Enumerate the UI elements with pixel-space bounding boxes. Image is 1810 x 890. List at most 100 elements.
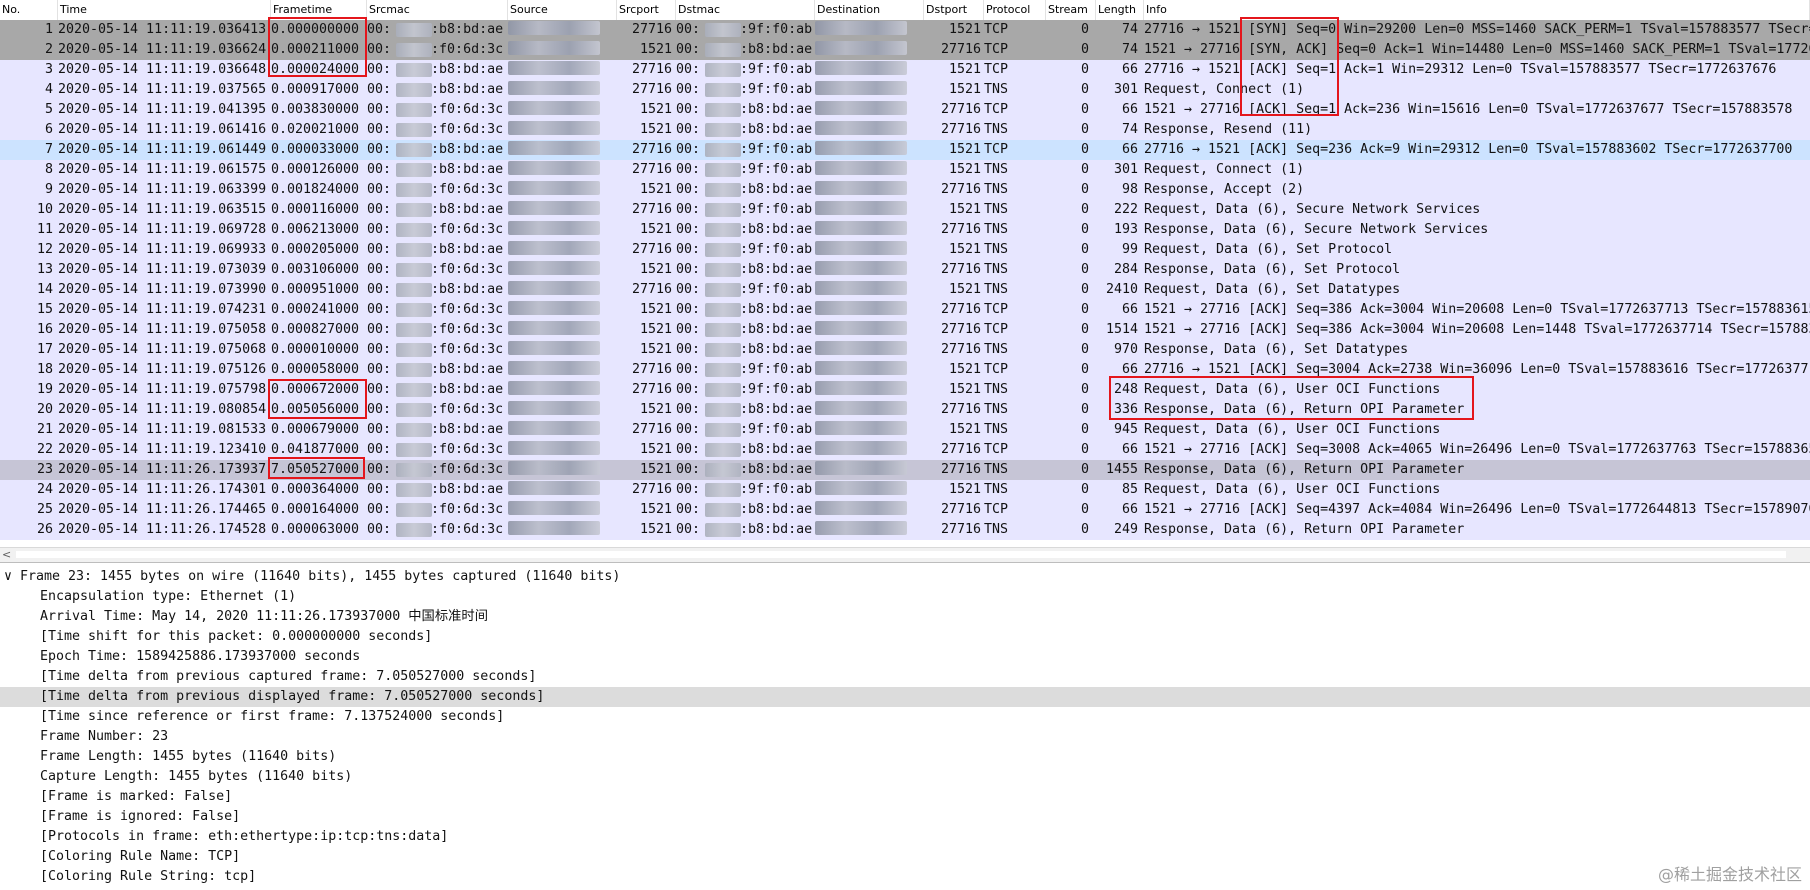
packet-row[interactable]: 6 2020-05-14 11:11:19.061416 0.020021000 00…: [0, 120, 1810, 140]
cell-no: 1: [44, 22, 53, 37]
packet-list-hscrollbar[interactable]: <: [0, 547, 1810, 562]
frame-tree-node[interactable]: ∨ Frame 23: 1455 bytes on wire (11640 bit…: [0, 567, 1810, 587]
scroll-left-icon[interactable]: <: [2, 548, 11, 562]
cell-srcmac: 00: :f0:6d:3c: [367, 102, 504, 117]
column-header-info[interactable]: Info: [1144, 0, 1810, 20]
packet-row[interactable]: 22 2020-05-14 11:11:19.123410 0.041877000 0…: [0, 440, 1810, 460]
srcmac-redaction-blur: [396, 463, 432, 477]
destination-redacted: [815, 520, 923, 540]
cell-info: Request, Data (6), Set Protocol: [1144, 242, 1393, 257]
packet-row[interactable]: 24 2020-05-14 11:11:26.174301 0.000364000 0…: [0, 480, 1810, 500]
frame-detail-line[interactable]: Encapsulation type: Ethernet (1): [0, 587, 1810, 607]
packet-row[interactable]: 19 2020-05-14 11:11:19.075798 0.000672000 0…: [0, 380, 1810, 400]
cell-info: Request, Data (6), Secure Network Servic…: [1144, 202, 1481, 217]
packet-row[interactable]: 17 2020-05-14 11:11:19.075068 0.000010000 0…: [0, 340, 1810, 360]
frame-detail-line[interactable]: [Frame is marked: False]: [0, 787, 1810, 807]
cell-info: Response, Data (6), Set Protocol: [1144, 262, 1401, 277]
cell-srcmac: 00: :b8:bd:ae: [367, 82, 504, 97]
detail-text: Frame Length: 1455 bytes (11640 bits): [40, 749, 337, 764]
column-header-frametime[interactable]: Frametime: [271, 0, 367, 20]
cell-no: 17: [36, 342, 53, 357]
cell-dstport: 1521: [948, 422, 981, 437]
packet-row[interactable]: 12 2020-05-14 11:11:19.069933 0.000205000 0…: [0, 240, 1810, 260]
column-header-srcport[interactable]: Srcport: [617, 0, 676, 20]
frame-detail-line[interactable]: [Coloring Rule Name: TCP]: [0, 847, 1810, 867]
redaction-blur: [815, 401, 907, 415]
cell-time: 2020-05-14 11:11:26.174528: [58, 522, 267, 537]
cell-time: 2020-05-14 11:11:19.036648: [58, 62, 267, 77]
column-header-no[interactable]: No.: [0, 0, 58, 20]
column-header-dstmac[interactable]: Dstmac: [676, 0, 815, 20]
cell-frametime: 0.000827000: [271, 322, 360, 337]
cell-stream: 0: [1080, 302, 1089, 317]
redaction-blur: [815, 341, 907, 355]
packet-row[interactable]: 13 2020-05-14 11:11:19.073039 0.003106000 0…: [0, 260, 1810, 280]
packet-row[interactable]: 9 2020-05-14 11:11:19.063399 0.001824000 00…: [0, 180, 1810, 200]
packet-list[interactable]: No. Time Frametime Srcmac Source Srcport Dstma…: [0, 0, 1810, 547]
packet-row[interactable]: 8 2020-05-14 11:11:19.061575 0.000126000 00…: [0, 160, 1810, 180]
frame-detail-line[interactable]: [Protocols in frame: eth:ethertype:ip:tc…: [0, 827, 1810, 847]
cell-frametime: 7.050527000: [271, 462, 360, 477]
cell-srcmac: 00: :b8:bd:ae: [367, 142, 504, 157]
column-header-length[interactable]: Length: [1096, 0, 1144, 20]
cell-srcport: 27716: [631, 162, 672, 177]
packet-row[interactable]: 26 2020-05-14 11:11:26.174528 0.000063000 0…: [0, 520, 1810, 540]
frame-detail-line[interactable]: Arrival Time: May 14, 2020 11:11:26.1739…: [0, 607, 1810, 627]
frame-detail-line[interactable]: [Coloring Rule String: tcp]: [0, 867, 1810, 887]
source-redacted: [508, 60, 616, 80]
packet-row[interactable]: 10 2020-05-14 11:11:19.063515 0.000116000 0…: [0, 200, 1810, 220]
scroll-thumb[interactable]: [16, 551, 1786, 558]
redaction-blur: [508, 81, 600, 95]
source-redacted: [508, 160, 616, 180]
redaction-blur: [508, 461, 600, 475]
tree-expand-icon[interactable]: ∨: [4, 567, 12, 587]
cell-stream: 0: [1080, 382, 1089, 397]
column-header-stream[interactable]: Stream: [1046, 0, 1096, 20]
frame-detail-line[interactable]: Frame Number: 23: [0, 727, 1810, 747]
packet-row[interactable]: 4 2020-05-14 11:11:19.037565 0.000917000 00…: [0, 80, 1810, 100]
packet-row[interactable]: 20 2020-05-14 11:11:19.080854 0.005056000 0…: [0, 400, 1810, 420]
packet-row[interactable]: 21 2020-05-14 11:11:19.081533 0.000679000 0…: [0, 420, 1810, 440]
packet-row[interactable]: 25 2020-05-14 11:11:26.174465 0.000164000 0…: [0, 500, 1810, 520]
packet-row[interactable]: 14 2020-05-14 11:11:19.073990 0.000951000 0…: [0, 280, 1810, 300]
packet-row[interactable]: 11 2020-05-14 11:11:19.069728 0.006213000 0…: [0, 220, 1810, 240]
frame-detail-line[interactable]: Frame Length: 1455 bytes (11640 bits): [0, 747, 1810, 767]
column-header-destination[interactable]: Destination: [815, 0, 924, 20]
frame-detail-line[interactable]: [Time delta from previous displayed fram…: [0, 687, 1810, 707]
frame-detail-line[interactable]: [Time since reference or first frame: 7.…: [0, 707, 1810, 727]
cell-time: 2020-05-14 11:11:19.075126: [58, 362, 267, 377]
packet-row[interactable]: 7 2020-05-14 11:11:19.061449 0.000033000 00…: [0, 140, 1810, 160]
column-header-time[interactable]: Time: [58, 0, 271, 20]
cell-frametime: 0.000058000: [271, 362, 360, 377]
cell-stream: 0: [1080, 362, 1089, 377]
cell-length: 1514: [1105, 322, 1138, 337]
source-redacted: [508, 440, 616, 460]
redaction-blur: [508, 521, 600, 535]
column-header-protocol[interactable]: Protocol: [984, 0, 1046, 20]
packet-row[interactable]: 5 2020-05-14 11:11:19.041395 0.003830000 00…: [0, 100, 1810, 120]
frame-detail-line[interactable]: [Frame is ignored: False]: [0, 807, 1810, 827]
cell-no: 20: [36, 402, 53, 417]
column-header-srcmac[interactable]: Srcmac: [367, 0, 508, 20]
column-header-source[interactable]: Source: [508, 0, 617, 20]
cell-time: 2020-05-14 11:11:19.061449: [58, 142, 267, 157]
frame-detail-line[interactable]: [Time shift for this packet: 0.000000000…: [0, 627, 1810, 647]
packet-row[interactable]: 16 2020-05-14 11:11:19.075058 0.000827000 0…: [0, 320, 1810, 340]
cell-frametime: 0.000364000: [271, 482, 360, 497]
cell-dstmac: 00: :b8:bd:ae: [676, 342, 813, 357]
packet-row[interactable]: 18 2020-05-14 11:11:19.075126 0.000058000 0…: [0, 360, 1810, 380]
destination-redacted: [815, 380, 923, 400]
redaction-blur: [508, 21, 600, 35]
frame-detail-line[interactable]: Epoch Time: 1589425886.173937000 seconds: [0, 647, 1810, 667]
packet-row[interactable]: 2 2020-05-14 11:11:19.036624 0.000211000 00…: [0, 40, 1810, 60]
frame-detail-line[interactable]: Capture Length: 1455 bytes (11640 bits): [0, 767, 1810, 787]
packet-row[interactable]: 23 2020-05-14 11:11:26.173937 7.050527000 0…: [0, 460, 1810, 480]
packet-row[interactable]: 15 2020-05-14 11:11:19.074231 0.000241000 0…: [0, 300, 1810, 320]
column-header-dstport[interactable]: Dstport: [924, 0, 984, 20]
packet-row[interactable]: 1 2020-05-14 11:11:19.036413 0.000000000 00…: [0, 20, 1810, 40]
cell-info: Response, Data (6), Return OPI Parameter: [1144, 462, 1465, 477]
frame-detail-line[interactable]: [Time delta from previous captured frame…: [0, 667, 1810, 687]
packet-row[interactable]: 3 2020-05-14 11:11:19.036648 0.000024000 00…: [0, 60, 1810, 80]
packet-details-pane[interactable]: [Coloring Rule String: tcp] [Coloring Rul…: [0, 562, 1810, 890]
cell-frametime: 0.000205000: [271, 242, 360, 257]
